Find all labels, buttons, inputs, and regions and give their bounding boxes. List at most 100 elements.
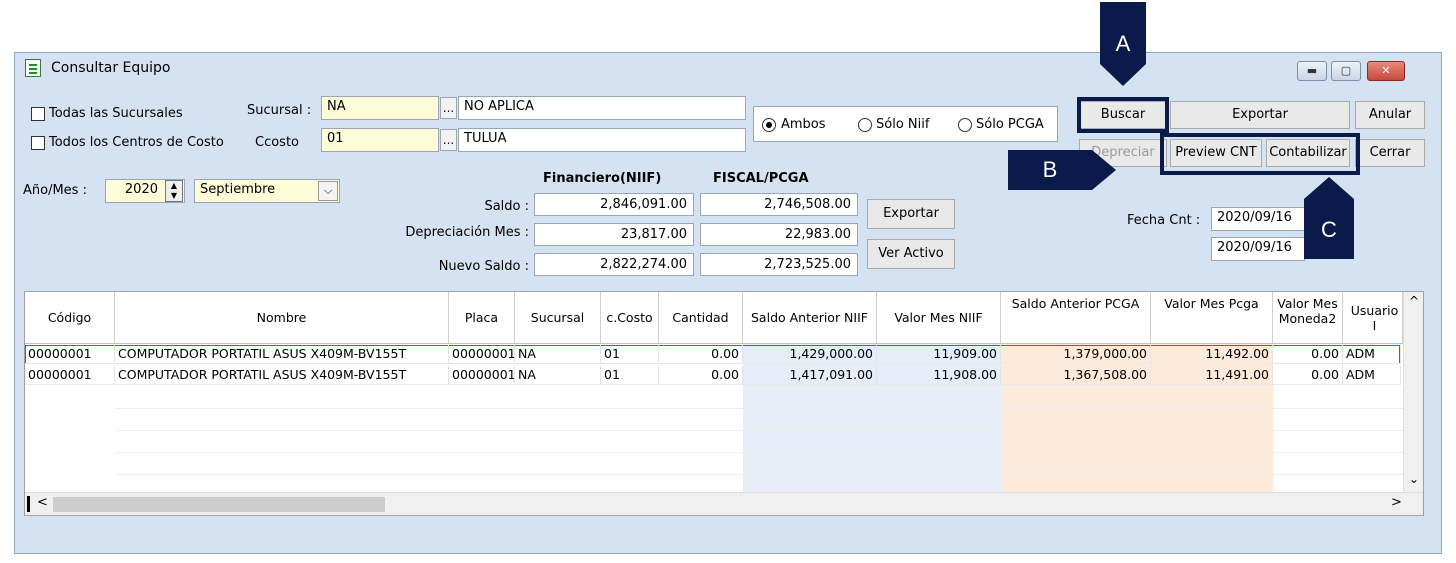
cell-saldo-niif: 1,417,091.00 xyxy=(743,366,877,385)
cell-codigo: 00000001 xyxy=(25,366,115,385)
saldo-niif-value: 2,846,091.00 xyxy=(534,193,694,216)
scroll-up-icon[interactable]: ^ xyxy=(1409,294,1419,308)
fecha-cnt-field[interactable]: 2020/09/16 xyxy=(1211,207,1305,231)
title-bar: Consultar Equipo ▬ ▢ ✕ xyxy=(15,53,1441,83)
nuevo-pcga-value: 2,723,525.00 xyxy=(700,253,858,276)
cell-placa: 00000001 xyxy=(449,366,515,385)
col-header-ccosto[interactable]: c.Costo xyxy=(601,292,659,344)
ambos-radio[interactable] xyxy=(762,118,776,132)
col-header-valor-mes-pcga[interactable]: Valor Mes Pcga xyxy=(1151,292,1273,344)
solo-pcga-label: Sólo PCGA xyxy=(976,117,1044,132)
equipment-grid[interactable]: Código Nombre Placa Sucursal c.Costo Can… xyxy=(24,291,1424,516)
sucursal-code-field[interactable]: NA xyxy=(321,96,439,120)
callout-a: A xyxy=(1100,2,1146,64)
solo-pcga-radio[interactable] xyxy=(958,118,972,132)
vertical-scrollbar[interactable]: ^ ⌄ xyxy=(1403,292,1423,497)
saldo-label: Saldo : xyxy=(484,199,529,214)
callout-b-arrow xyxy=(1092,150,1116,190)
cell-valor-mes-moneda2: 0.00 xyxy=(1273,345,1343,364)
ambos-label: Ambos xyxy=(781,117,826,132)
sucursal-label: Sucursal : xyxy=(247,103,312,118)
col-header-placa[interactable]: Placa xyxy=(449,292,515,344)
saldo-pcga-value: 2,746,508.00 xyxy=(700,193,858,216)
depreciacion-label: Depreciación Mes : xyxy=(405,225,529,240)
col-header-valor-mes-niif[interactable]: Valor Mes NIIF xyxy=(877,292,1001,344)
fecha-second-field[interactable]: 2020/09/16 xyxy=(1211,237,1305,261)
scroll-left-icon[interactable]: < xyxy=(37,495,48,510)
scroll-right-icon[interactable]: > xyxy=(1391,495,1402,510)
cell-usuario: ADM xyxy=(1343,345,1401,364)
cell-saldo-pcga: 1,379,000.00 xyxy=(1001,345,1151,364)
cell-ccosto: 01 xyxy=(601,366,659,385)
todas-sucursales-checkbox[interactable] xyxy=(31,107,45,121)
col-header-sucursal[interactable]: Sucursal xyxy=(515,292,601,344)
ledger-radio-group: Ambos Sólo Niif Sólo PCGA xyxy=(753,106,1058,142)
grid-line xyxy=(115,452,1403,453)
fecha-cnt-label: Fecha Cnt : xyxy=(1127,213,1201,228)
col-header-usuario[interactable]: Usuario I xyxy=(1343,292,1403,344)
app-icon xyxy=(25,59,41,77)
cell-cantidad: 0.00 xyxy=(659,345,743,364)
cell-valor-mes-pcga: 11,491.00 xyxy=(1151,366,1273,385)
col-header-nombre[interactable]: Nombre xyxy=(115,292,449,344)
exportar-top-button[interactable]: Exportar xyxy=(1170,101,1350,129)
window-title: Consultar Equipo xyxy=(51,60,171,76)
solo-niif-radio[interactable] xyxy=(858,118,872,132)
col-header-valor-mes-moneda2[interactable]: Valor Mes Moneda2 xyxy=(1273,292,1343,344)
highlight-preview-contabilizar xyxy=(1160,133,1360,175)
cell-nombre: COMPUTADOR PORTATIL ASUS X409M-BV155T xyxy=(115,345,449,364)
grid-line xyxy=(115,430,1403,431)
chevron-down-icon[interactable]: ⌵ xyxy=(318,181,338,201)
todos-centros-label: Todos los Centros de Costo xyxy=(49,135,224,150)
cell-saldo-niif: 1,429,000.00 xyxy=(743,345,877,364)
callout-c-arrow xyxy=(1304,177,1354,199)
sucursal-name-field: NO APLICA xyxy=(458,96,746,120)
cell-sucursal: NA xyxy=(515,366,601,385)
todos-centros-checkbox[interactable] xyxy=(31,136,45,150)
exportar-button[interactable]: Exportar xyxy=(867,199,955,229)
ccosto-name-field: TULUA xyxy=(458,128,746,152)
cell-valor-mes-niif: 11,908.00 xyxy=(877,366,1001,385)
anio-mes-label: Año/Mes : xyxy=(23,183,87,198)
fiscal-header: FISCAL/PCGA xyxy=(713,171,809,186)
row-indicator-icon xyxy=(27,496,30,512)
ccosto-code-field[interactable]: 01 xyxy=(321,128,439,152)
todas-sucursales-label: Todas las Sucursales xyxy=(49,106,183,121)
col-header-codigo[interactable]: Código xyxy=(25,292,115,344)
sucursal-lookup-button[interactable]: ... xyxy=(440,97,457,119)
scrollbar-thumb[interactable] xyxy=(53,497,385,512)
col-header-saldo-niif[interactable]: Saldo Anterior NIIF xyxy=(743,292,877,344)
maximize-icon[interactable]: ▢ xyxy=(1331,61,1361,81)
cell-valor-mes-pcga: 11,492.00 xyxy=(1151,345,1273,364)
highlight-buscar xyxy=(1077,97,1169,133)
callout-c: C xyxy=(1304,199,1354,259)
nuevo-niif-value: 2,822,274.00 xyxy=(534,253,694,276)
cerrar-button[interactable]: Cerrar xyxy=(1355,139,1425,167)
cell-valor-mes-niif: 11,909.00 xyxy=(877,345,1001,364)
financiero-header: Financiero(NIIF) xyxy=(543,171,662,186)
anular-button[interactable]: Anular xyxy=(1355,101,1425,129)
col-header-cantidad[interactable]: Cantidad xyxy=(659,292,743,344)
close-icon[interactable]: ✕ xyxy=(1367,61,1405,81)
nuevo-saldo-label: Nuevo Saldo : xyxy=(438,259,529,274)
ver-activo-button[interactable]: Ver Activo xyxy=(867,239,955,269)
minimize-icon[interactable]: ▬ xyxy=(1297,61,1327,81)
ccosto-lookup-button[interactable]: ... xyxy=(440,129,457,151)
dep-pcga-value: 22,983.00 xyxy=(700,223,858,246)
cell-codigo: 00000001 xyxy=(25,345,115,364)
grid-line xyxy=(115,408,1403,409)
cell-ccosto: 01 xyxy=(601,345,659,364)
scroll-down-icon[interactable]: ⌄ xyxy=(1409,472,1419,486)
callout-a-arrow xyxy=(1100,64,1146,86)
cell-valor-mes-moneda2: 0.00 xyxy=(1273,366,1343,385)
col-header-saldo-pcga[interactable]: Saldo Anterior PCGA xyxy=(1001,292,1151,344)
anio-spinner-icon[interactable]: ▲ ▼ xyxy=(165,180,183,202)
solo-niif-label: Sólo Niif xyxy=(876,117,930,132)
cell-usuario: ADM xyxy=(1343,366,1401,385)
cell-sucursal: NA xyxy=(515,345,601,364)
horizontal-scrollbar[interactable]: < > xyxy=(25,492,1423,515)
callout-b: B xyxy=(1008,150,1092,190)
cell-nombre: COMPUTADOR PORTATIL ASUS X409M-BV155T xyxy=(115,366,449,385)
dep-niif-value: 23,817.00 xyxy=(534,223,694,246)
cell-saldo-pcga: 1,367,508.00 xyxy=(1001,366,1151,385)
